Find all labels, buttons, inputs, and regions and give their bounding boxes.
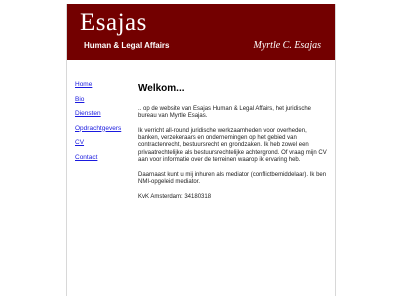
intro-paragraph: .. op de website van Esajas Human & Lega… <box>138 106 311 120</box>
nav-link-opdrachtgevers[interactable]: Opdrachtgevers <box>75 124 135 139</box>
nav-link-home[interactable]: Home <box>75 80 135 95</box>
nav-link-bio[interactable]: Bio <box>75 95 135 110</box>
site-header: Esajas Human & Legal Affairs Myrtle C. E… <box>67 4 335 60</box>
nav-link-cv[interactable]: CV <box>75 138 135 153</box>
kvk-number: KvK Amsterdam: 34180318 <box>138 193 212 200</box>
site-tagline: Human & Legal Affairs <box>84 41 170 50</box>
site-logo[interactable]: Esajas <box>80 9 147 37</box>
page-frame: Esajas Human & Legal Affairs Myrtle C. E… <box>66 4 336 296</box>
main-content: Welkom... .. op de website van Esajas Hu… <box>138 83 328 208</box>
owner-name: Myrtle C. Esajas <box>253 40 322 51</box>
services-paragraph: Ik verricht all-round juridische werkzaa… <box>138 127 327 164</box>
sidebar-nav: Home Bio Diensten Opdrachtgevers CV Cont… <box>75 80 135 167</box>
page-heading: Welkom... <box>138 83 185 94</box>
nav-link-diensten[interactable]: Diensten <box>75 109 135 124</box>
mediator-paragraph: Daarnaast kunt u mij inhuren als mediato… <box>138 171 327 185</box>
nav-link-contact[interactable]: Contact <box>75 153 135 168</box>
